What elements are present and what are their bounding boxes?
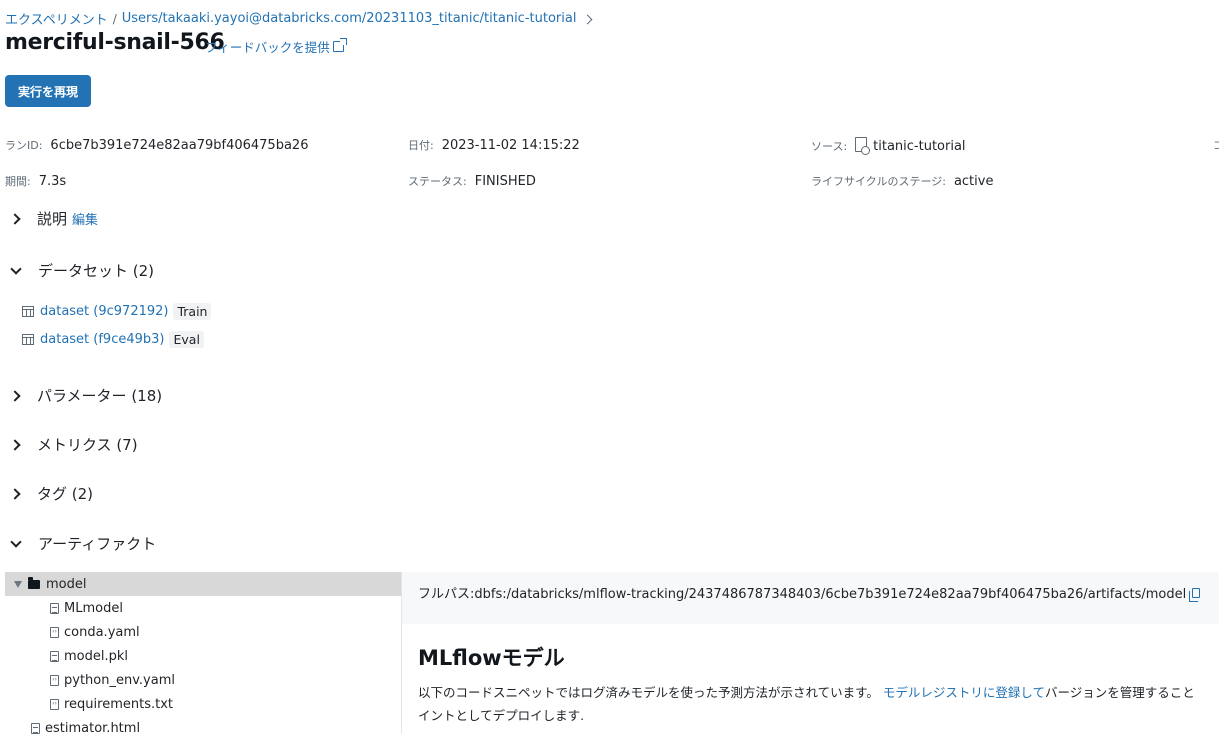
external-link-icon <box>332 38 347 52</box>
date-value: 2023-11-02 14:15:22 <box>441 138 580 153</box>
tree-file[interactable]: model.pkl <box>5 644 401 668</box>
dataset-row[interactable]: dataset (f9ce49b3) Eval <box>22 331 204 348</box>
dataset-context-tag: Train <box>173 303 212 320</box>
dataset-link[interactable]: dataset (9c972192) <box>40 304 168 319</box>
breadcrumb-separator: / <box>112 11 117 26</box>
tree-file[interactable]: MLmodel <box>5 596 401 620</box>
chevron-right-icon <box>9 487 21 500</box>
description-section-title: 説明 <box>37 210 68 228</box>
dataset-context-tag: Eval <box>169 331 204 348</box>
status-label: ステータス: <box>408 175 467 188</box>
metrics-section-toggle[interactable]: メトリクス (7) <box>9 434 138 455</box>
lifecycle-value[interactable]: active <box>954 174 994 189</box>
dataset-link[interactable]: dataset (f9ce49b3) <box>40 332 164 347</box>
chevron-down-icon <box>10 535 22 548</box>
run-id-field: ランID: 6cbe7b391e724e82aa79bf406475ba26 <box>5 137 308 153</box>
chevron-right-icon <box>9 438 21 451</box>
tree-item-label: estimator.html <box>45 720 141 734</box>
description-section-toggle[interactable]: 説明 編集 <box>9 208 98 229</box>
tags-section-toggle[interactable]: タグ (2) <box>9 483 94 504</box>
full-path-text: フルパス:dbfs:/databricks/mlflow-tracking/24… <box>418 587 1187 602</box>
tags-section-title: タグ (2) <box>37 485 94 503</box>
table-icon <box>22 306 34 317</box>
chevron-right-icon <box>9 389 21 402</box>
tree-file[interactable]: estimator.html <box>5 716 401 734</box>
code-file-icon: ‹› <box>50 674 59 686</box>
folder-icon <box>28 576 40 589</box>
source-label: ソース: <box>811 140 848 153</box>
tree-file[interactable]: ‹› python_env.yaml <box>5 668 401 692</box>
chevron-down-icon <box>10 262 22 275</box>
feedback-link[interactable]: フィードバックを提供 <box>205 37 347 56</box>
mlflow-model-description-line2: イントとしてデプロイします. <box>418 708 585 723</box>
datasets-section-title: データセット (2) <box>38 262 155 280</box>
duration-field: 期間: 7.3s <box>5 173 66 189</box>
breadcrumb: エクスペリメント / Users/takaaki.yayoi@databrick… <box>5 9 593 28</box>
description-text: バージョンを管理すること <box>1045 685 1195 700</box>
tree-item-label: python_env.yaml <box>64 672 175 688</box>
breadcrumb-experiment-path-link[interactable]: Users/takaaki.yayoi@databricks.com/20231… <box>122 11 577 26</box>
reproduce-run-button[interactable]: 実行を再現 <box>5 75 91 107</box>
date-label: 日付: <box>408 139 434 152</box>
mlflow-model-description: 以下のコードスニペットではログ済みモデルを使った予測方法が示されています。 モデ… <box>418 682 1195 701</box>
duration-value: 7.3s <box>38 174 67 189</box>
tree-item-label: conda.yaml <box>64 624 140 640</box>
table-icon <box>22 334 34 345</box>
tree-folder-model[interactable]: model <box>5 572 401 596</box>
copy-icon[interactable] <box>1189 587 1201 602</box>
parameters-section-toggle[interactable]: パラメーター (18) <box>9 385 163 406</box>
duration-label: 期間: <box>5 175 31 188</box>
register-model-link[interactable]: モデルレジストリに登録して <box>883 685 1045 700</box>
datasets-section-toggle[interactable]: データセット (2) <box>10 260 154 281</box>
artifact-tree: model MLmodel ‹› conda.yaml model.pkl ‹›… <box>5 572 402 734</box>
run-id-label: ランID: <box>5 139 43 152</box>
artifacts-section-title: アーティファクト <box>38 535 157 553</box>
page-title: merciful-snail-566 <box>5 30 225 55</box>
metrics-section-title: メトリクス (7) <box>37 436 138 454</box>
date-field: 日付: 2023-11-02 14:15:22 <box>408 137 580 153</box>
chevron-right-icon <box>583 14 593 24</box>
file-icon <box>50 602 59 614</box>
chevron-right-icon <box>9 212 21 225</box>
artifact-preview-pane: フルパス:dbfs:/databricks/mlflow-tracking/24… <box>402 572 1219 734</box>
tree-item-label: model.pkl <box>64 648 129 664</box>
truncated-field-label: コ <box>1213 139 1219 152</box>
source-field: ソース: titanic-tutorial <box>811 137 966 155</box>
lifecycle-label: ライフサイクルのステージ: <box>811 175 946 188</box>
tree-file[interactable]: ‹› conda.yaml <box>5 620 401 644</box>
source-link[interactable]: titanic-tutorial <box>873 139 965 154</box>
caret-down-icon[interactable] <box>14 580 22 588</box>
status-field: ステータス: FINISHED <box>408 173 536 189</box>
artifacts-section-toggle[interactable]: アーティファクト <box>10 533 156 554</box>
tree-item-label: MLmodel <box>64 600 123 616</box>
full-path-bar: フルパス:dbfs:/databricks/mlflow-tracking/24… <box>402 572 1219 624</box>
notebook-icon <box>855 137 871 155</box>
file-icon <box>50 650 59 662</box>
tree-file[interactable]: ‹› requirements.txt <box>5 692 401 716</box>
feedback-link-label[interactable]: フィードバックを提供 <box>205 37 330 56</box>
tree-item-label: requirements.txt <box>64 696 174 712</box>
code-file-icon: ‹› <box>50 698 59 710</box>
breadcrumb-experiments-link[interactable]: エクスペリメント <box>5 9 108 28</box>
status-value: FINISHED <box>474 174 536 189</box>
lifecycle-field: ライフサイクルのステージ: active <box>811 173 993 189</box>
tree-item-label: model <box>46 576 87 592</box>
full-path: フルパス:dbfs:/databricks/mlflow-tracking/24… <box>418 583 1201 602</box>
code-file-icon: ‹› <box>50 626 59 638</box>
edit-description-link[interactable]: 編集 <box>72 209 98 228</box>
file-icon <box>31 722 40 734</box>
description-text: 以下のコードスニペットではログ済みモデルを使った予測方法が示されています。 <box>418 685 879 700</box>
dataset-row[interactable]: dataset (9c972192) Train <box>22 303 212 320</box>
parameters-section-title: パラメーター (18) <box>37 387 163 405</box>
mlflow-model-title: MLflowモデル <box>418 646 565 670</box>
run-id-value: 6cbe7b391e724e82aa79bf406475ba26 <box>50 138 309 153</box>
